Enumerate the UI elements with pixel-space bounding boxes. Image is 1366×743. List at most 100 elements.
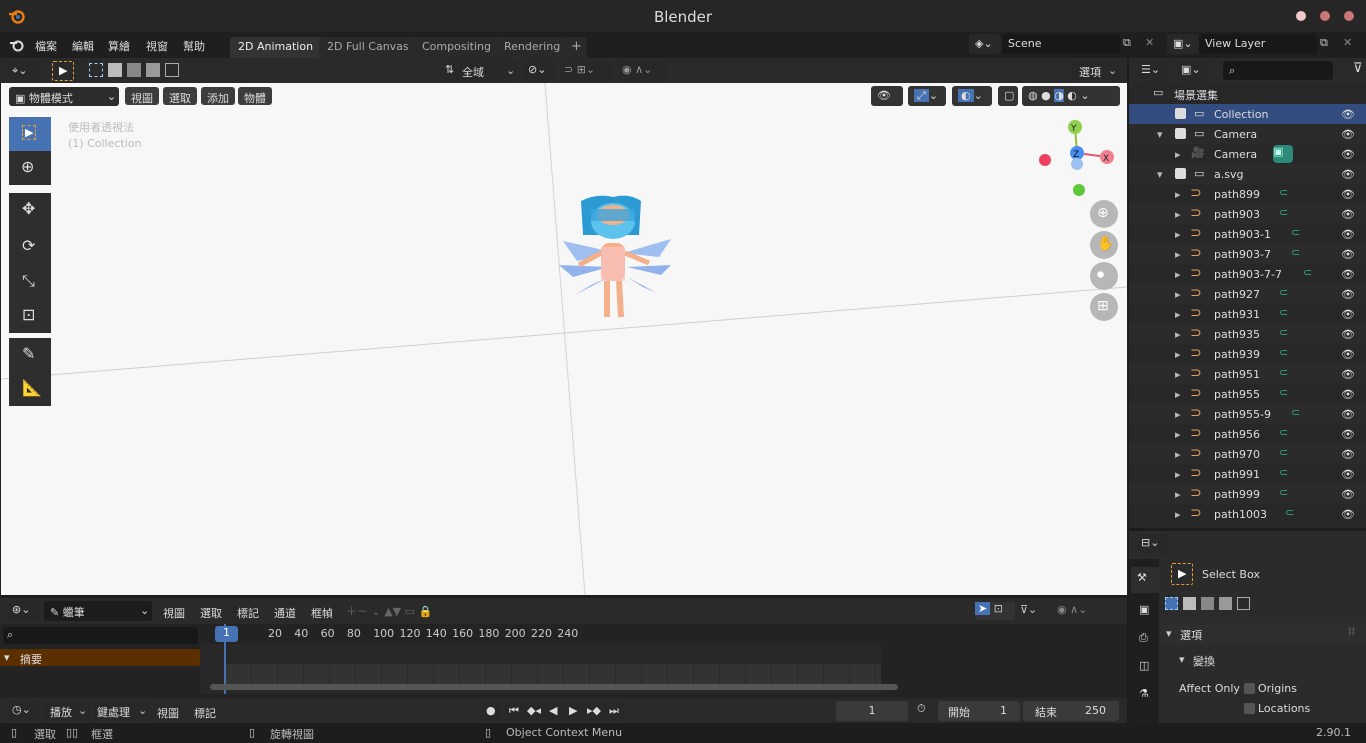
scene-selector-icon[interactable]: ◈⌄ [969, 34, 1001, 54]
curve-data-icon[interactable]: ⊂ [1279, 486, 1288, 499]
keyframe-track[interactable] [226, 664, 881, 686]
measure-tool[interactable]: 📐 [9, 372, 51, 406]
curve-data-icon[interactable]: ⊂ [1285, 506, 1294, 519]
brush-dropdown[interactable]: ✎ 蠟筆 ⌄ [44, 601, 152, 621]
3d-viewport[interactable]: 使用者透視法 (1) Collection ▣ 物體模式 ⌄ 視圖 選取 添加 … [1, 83, 1127, 595]
delete-view-layer-icon[interactable]: ✕ [1343, 36, 1352, 49]
expand-arrow-icon[interactable]: ▸ [1175, 448, 1181, 461]
outliner-row[interactable]: ▸ ⊃ path927 ⊂ 👁 [1129, 284, 1366, 304]
horizontal-scrollbar[interactable] [210, 684, 898, 690]
eye-icon[interactable]: 👁 [1341, 228, 1355, 241]
playback-menu-marker[interactable]: 標記 [194, 705, 216, 721]
expand-arrow-icon[interactable]: ▸ [1175, 368, 1181, 381]
expand-arrow-icon[interactable]: ▸ [1175, 148, 1181, 161]
end-frame-field[interactable]: 結束 250 [1023, 701, 1119, 721]
eye-icon[interactable]: 👁 [1341, 368, 1355, 381]
zoom-icon[interactable]: ⊕ [1090, 200, 1118, 228]
outliner-row[interactable]: ▸ 🎥 ▣ Camera 👁 [1129, 144, 1366, 164]
rotate-tool[interactable]: ⟳ [9, 229, 51, 265]
output-tab-icon[interactable]: ⎙ [1131, 627, 1156, 649]
proportional-edit-icon[interactable]: ◉ ∧⌄ [618, 61, 666, 81]
eye-icon[interactable]: 👁 [1341, 108, 1355, 121]
start-frame-field[interactable]: 開始 1 [938, 701, 1020, 721]
close-button[interactable] [1344, 11, 1354, 21]
curve-data-icon[interactable]: ⊂ [1279, 366, 1288, 379]
timeline-menu-channel[interactable]: 通道 [274, 605, 296, 621]
scene-tab-icon[interactable]: ⚗ [1131, 683, 1157, 704]
eye-icon[interactable]: 👁 [1341, 468, 1355, 481]
only-selected-icon[interactable]: ➤ ⊡ [975, 602, 1015, 620]
viewport-menu-object[interactable]: 物體 [238, 87, 272, 105]
timeline-search-input[interactable]: ⌕ [3, 627, 198, 644]
menu-help[interactable]: 幫助 [183, 38, 205, 54]
visibility-icon[interactable]: 👁 [871, 86, 903, 106]
curve-data-icon[interactable]: ⊂ [1279, 386, 1288, 399]
viewport-menu-add[interactable]: 添加 [201, 87, 235, 105]
eye-icon[interactable]: 👁 [1341, 308, 1355, 321]
move-tool[interactable]: ✥ [9, 193, 51, 229]
camera-view-icon[interactable]: ⏺ [1090, 262, 1118, 290]
minimize-button[interactable] [1296, 11, 1306, 21]
record-icon[interactable]: ● [481, 701, 501, 721]
tool-tab-icon[interactable]: ⚒ [1131, 567, 1159, 593]
outliner-row[interactable]: ▸ ⊃ path903 ⊂ 👁 [1129, 204, 1366, 224]
transform-orientation-dropdown[interactable]: ⇅ 全域 ⌄ [440, 61, 518, 81]
outliner-row[interactable]: ▸ ⊃ path939 ⊂ 👁 [1129, 344, 1366, 364]
outliner-row[interactable]: ▸ ⊃ path935 ⊂ 👁 [1129, 324, 1366, 344]
timeline-menu-frame[interactable]: 框幀 [311, 605, 333, 621]
scene-name-field[interactable]: Scene [1002, 34, 1120, 54]
eye-icon[interactable]: 👁 [1341, 448, 1355, 461]
tab-compositing[interactable]: Compositing [414, 37, 499, 58]
eye-icon[interactable]: 👁 [1341, 348, 1355, 361]
mode-dropdown[interactable]: ▣ 物體模式 ⌄ [9, 87, 119, 106]
current-frame-indicator[interactable]: 1 [215, 626, 238, 642]
expand-arrow-icon[interactable]: ▸ [1175, 268, 1181, 281]
maximize-button[interactable] [1320, 11, 1330, 21]
eye-icon[interactable]: 👁 [1341, 488, 1355, 501]
filter-icon[interactable]: ⊽ [1353, 61, 1363, 76]
outliner-row[interactable]: ▸ ⊃ path903-7 ⊂ 👁 [1129, 244, 1366, 264]
selection-mode-icons[interactable] [89, 63, 184, 79]
origins-checkbox[interactable] [1244, 683, 1255, 694]
pan-hand-icon[interactable]: ✋ [1090, 231, 1118, 259]
tab-rendering[interactable]: Rendering [496, 37, 569, 58]
select-box-tool[interactable]: ▶ [9, 117, 51, 151]
expand-arrow-icon[interactable]: ▸ [1175, 468, 1181, 481]
eye-icon[interactable]: 👁 [1341, 168, 1355, 181]
viewport-menu-select[interactable]: 選取 [163, 87, 197, 105]
scale-tool[interactable]: ⤡ [9, 265, 51, 299]
svg-character-object[interactable] [557, 191, 677, 341]
tool-selection-mode-icons[interactable] [1165, 597, 1255, 613]
tab-2d-animation[interactable]: 2D Animation [230, 37, 322, 58]
expand-arrow-icon[interactable]: ▸ [1175, 428, 1181, 441]
prev-keyframe-icon[interactable]: ◆◂ [527, 704, 541, 717]
jump-start-icon[interactable]: ⏮ [509, 704, 519, 718]
outliner-row[interactable]: ▸ ⊃ path955 ⊂ 👁 [1129, 384, 1366, 404]
drag-handle-icon[interactable]: ⁞⁞ [1348, 625, 1355, 638]
scene-collection-row[interactable]: ▭ 場景選集 [1129, 83, 1366, 103]
outliner-row[interactable]: ▸ ⊃ path970 ⊂ 👁 [1129, 444, 1366, 464]
jump-end-icon[interactable]: ⏭ [609, 704, 619, 718]
eye-icon[interactable]: 👁 [1341, 408, 1355, 421]
copy-view-layer-icon[interactable]: ⧉ [1320, 36, 1328, 50]
timeline-proportional-icon[interactable]: ◉ ∧⌄ [1057, 603, 1087, 616]
view-layer-tab-icon[interactable]: ◫ [1131, 655, 1157, 676]
collection-checkbox[interactable] [1175, 108, 1186, 119]
menu-render[interactable]: 算繪 [108, 38, 130, 54]
expand-arrow-icon[interactable]: ▸ [1175, 388, 1181, 401]
expand-arrow-icon[interactable]: ▸ [1175, 208, 1181, 221]
expand-arrow-icon[interactable]: ▸ [1175, 188, 1181, 201]
curve-data-icon[interactable]: ⊂ [1279, 466, 1288, 479]
display-mode-icon[interactable]: ▣⌄ [1177, 61, 1209, 81]
transform-tool[interactable]: ⊡ [9, 299, 51, 333]
curve-data-icon[interactable]: ⊂ [1279, 446, 1288, 459]
expand-arrow-icon[interactable]: ▸ [1175, 308, 1181, 321]
outliner-row[interactable]: ▸ ⊃ path899 ⊂ 👁 [1129, 184, 1366, 204]
stopwatch-icon[interactable]: ⏱ [917, 702, 926, 716]
curve-data-icon[interactable]: ⊂ [1291, 226, 1300, 239]
collection-checkbox[interactable] [1175, 128, 1186, 139]
outliner-row[interactable]: ▸ ⊃ path991 ⊂ 👁 [1129, 464, 1366, 484]
dopesheet-editor-type-icon[interactable]: ⊛⌄ [8, 601, 40, 621]
timeline-menu-select[interactable]: 選取 [200, 605, 222, 621]
blender-menu-icon[interactable] [9, 38, 25, 52]
